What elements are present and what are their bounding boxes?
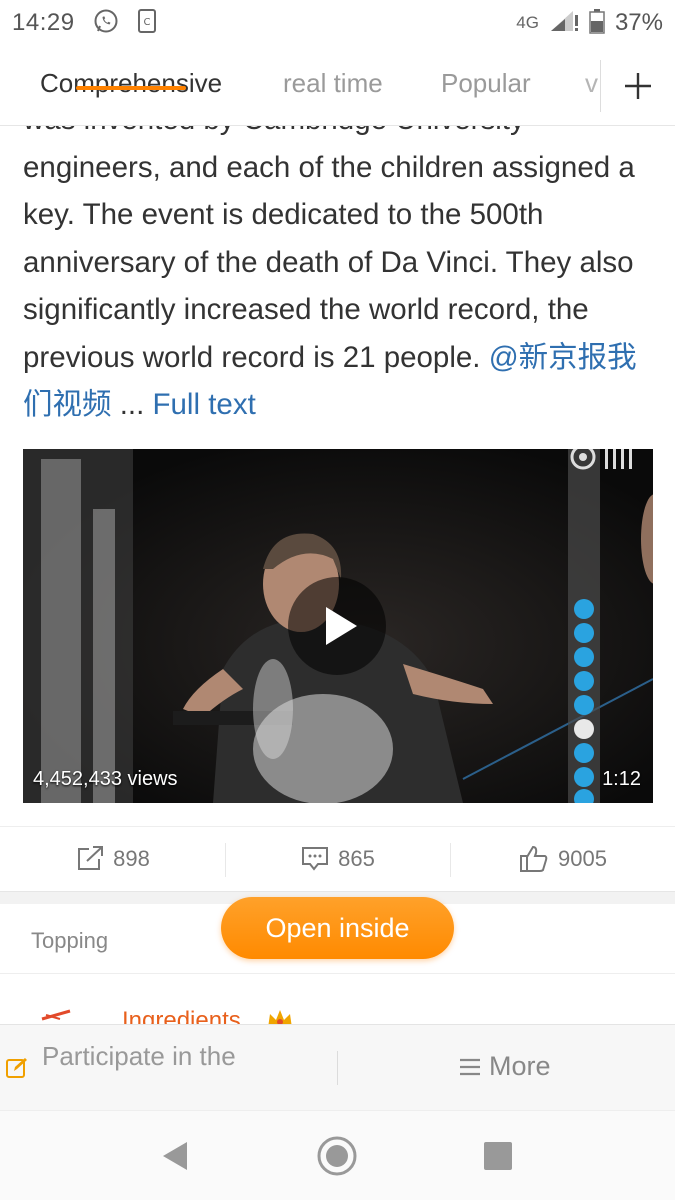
menu-icon <box>460 1058 480 1075</box>
recents-square-icon <box>484 1142 512 1170</box>
tab-real-time[interactable]: real time <box>283 68 383 99</box>
topping-label[interactable]: Topping <box>31 928 108 954</box>
tab-video-truncated[interactable]: v <box>585 68 599 99</box>
video-player[interactable]: 4,452,433 views 1:12 <box>23 449 653 803</box>
tab-comprehensive[interactable]: Comprehensive <box>40 68 222 99</box>
repost-icon <box>78 846 104 870</box>
tab-divider <box>600 60 601 112</box>
signal-icon <box>549 9 579 38</box>
watermark-icon <box>570 449 632 470</box>
status-time: 14:29 <box>12 9 75 36</box>
more-label: More <box>489 1051 551 1081</box>
edit-icon <box>6 1057 28 1079</box>
topping-row: Topping Open inside <box>0 897 675 974</box>
cast-icon: C <box>137 8 157 39</box>
discussion-input[interactable]: Participate in the discussion <box>42 1025 302 1110</box>
active-tab-indicator <box>76 86 186 90</box>
comment-avatar[interactable] <box>40 1005 76 1025</box>
repost-count: 898 <box>113 846 150 871</box>
compose-divider <box>337 1051 338 1085</box>
like-button[interactable]: 9005 <box>450 827 675 891</box>
back-triangle-icon <box>163 1142 187 1170</box>
article-body: was invented by Cambridge University eng… <box>23 126 663 429</box>
ellipsis: ... <box>111 388 153 421</box>
full-text-link[interactable]: Full text <box>153 388 256 421</box>
video-duration: 1:12 <box>602 768 641 790</box>
comment-icon <box>302 847 329 871</box>
home-button[interactable] <box>315 1136 359 1176</box>
repost-button[interactable]: 898 <box>0 827 225 891</box>
system-nav-bar <box>0 1110 675 1200</box>
like-count: 9005 <box>558 846 607 871</box>
open-inside-button[interactable]: Open inside <box>221 897 454 959</box>
article-clipped-line: was invented by Cambridge University <box>23 126 663 144</box>
comment-button[interactable]: 865 <box>225 827 450 891</box>
article-clip: was invented by Cambridge University eng… <box>0 126 675 446</box>
recents-button[interactable] <box>476 1136 520 1176</box>
battery-icon <box>589 8 605 39</box>
plus-icon <box>625 73 651 99</box>
add-tab-button[interactable] <box>615 63 661 109</box>
back-button[interactable] <box>155 1136 199 1176</box>
action-bar: 898 865 9005 <box>0 826 675 892</box>
video-views: 4,452,433 views <box>33 768 178 790</box>
play-button[interactable] <box>287 576 387 676</box>
play-icon <box>288 577 386 675</box>
battery-percent: 37% <box>614 9 663 36</box>
network-type: 4G <box>516 13 539 32</box>
more-button[interactable]: More <box>459 1051 551 1082</box>
compose-bar: Participate in the discussion More <box>0 1024 675 1110</box>
comment-count: 865 <box>338 846 375 871</box>
tab-popular[interactable]: Popular <box>441 68 531 99</box>
svg-text:C: C <box>143 17 150 28</box>
whatsapp-icon <box>93 8 119 39</box>
home-circle-icon <box>317 1136 357 1176</box>
thumbs-up-icon <box>520 845 548 872</box>
status-bar: 14:29 C 4G 37% <box>0 0 675 46</box>
